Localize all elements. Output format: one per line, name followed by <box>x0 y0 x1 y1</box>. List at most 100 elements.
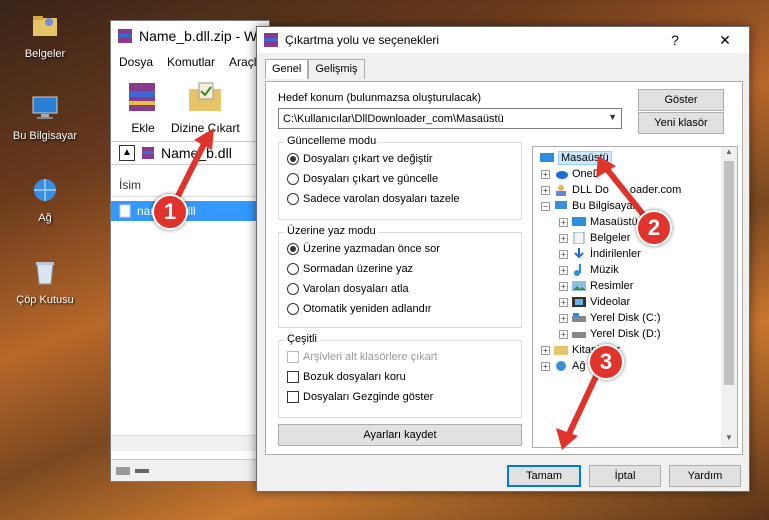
tree-item-desktop[interactable]: Masaüstü <box>539 151 612 165</box>
overwrite-mode-group: Üzerine yaz modu Üzerine yazmadan önce s… <box>278 225 522 328</box>
tree-item-desktop-sub[interactable]: + Masaüstü <box>559 215 638 229</box>
column-header-name[interactable]: İsim <box>111 173 271 197</box>
scroll-up-icon[interactable]: ▲ <box>721 147 737 161</box>
ok-button[interactable]: Tamam <box>507 465 581 487</box>
extract-to-button[interactable]: Dizine Çıkart <box>171 79 240 135</box>
tree-item-drive-d[interactable]: + Yerel Disk (D:) <box>559 327 661 341</box>
tree-item-videos[interactable]: + Videolar <box>559 295 630 309</box>
horizontal-scrollbar[interactable] <box>111 435 259 451</box>
desktop-icon-label: Bu Bilgisayar <box>12 130 78 142</box>
desktop-icon <box>572 217 586 226</box>
tree-item-this-pc[interactable]: − Bu Bilgisayar <box>541 199 636 213</box>
desktop-icon-this-pc[interactable]: Bu Bilgisayar <box>5 92 85 142</box>
winrar-window: Name_b.dll.zip - Wi Dosya Komutlar Araçl… <box>110 20 271 482</box>
checkbox[interactable] <box>287 351 299 363</box>
pictures-icon <box>572 281 586 291</box>
tab-advanced[interactable]: Gelişmiş <box>308 59 365 79</box>
tree-item-user[interactable]: + DLL Do oader.com <box>541 183 681 197</box>
radio-button[interactable] <box>287 173 299 185</box>
misc-option-show-in-explorer[interactable]: Dosyaları Gezginde göster <box>287 391 433 403</box>
help-text-button[interactable]: Yardım <box>669 465 741 487</box>
winrar-address-bar: ▲ Name_b.dll <box>111 141 269 165</box>
expand-icon[interactable]: + <box>559 297 568 307</box>
radio-button[interactable] <box>287 303 299 315</box>
desktop-icon-network[interactable]: Ağ <box>5 174 85 224</box>
checkbox[interactable] <box>287 371 299 383</box>
winrar-file-list[interactable]: İsim name_b.dll <box>111 173 271 455</box>
drive-icon <box>572 313 586 322</box>
help-button[interactable]: ? <box>655 27 695 53</box>
address-path[interactable]: Name_b.dll <box>161 145 232 161</box>
collapse-icon[interactable]: − <box>541 201 550 211</box>
misc-option-subfolders[interactable]: Arşivleri alt klasörlere çıkart <box>287 351 437 363</box>
tab-general[interactable]: Genel <box>265 59 309 79</box>
chevron-down-icon[interactable]: ▼ <box>608 112 617 122</box>
download-icon <box>574 248 584 259</box>
expand-icon[interactable]: + <box>559 281 568 291</box>
new-folder-button[interactable]: Yeni klasör <box>638 112 724 134</box>
expand-icon[interactable]: + <box>559 265 568 275</box>
tree-item-pictures[interactable]: + Resimler <box>559 279 633 293</box>
menu-commands[interactable]: Komutlar <box>167 55 215 69</box>
radio-button[interactable] <box>287 263 299 275</box>
cancel-button[interactable]: İptal <box>589 465 661 487</box>
file-row[interactable]: name_b.dll <box>111 201 271 221</box>
group-title: Üzerine yaz modu <box>285 225 378 237</box>
library-icon <box>554 346 568 355</box>
overwrite-option-without-prompt[interactable]: Sormadan üzerine yaz <box>287 263 413 275</box>
radio-button[interactable] <box>287 243 299 255</box>
misc-option-keep-broken[interactable]: Bozuk dosyaları koru <box>287 371 406 383</box>
expand-icon[interactable]: + <box>541 345 550 355</box>
overwrite-option-rename[interactable]: Otomatik yeniden adlandır <box>287 303 431 315</box>
update-option-update[interactable]: Dosyaları çıkart ve güncelle <box>287 173 438 185</box>
winrar-logo-icon <box>118 29 132 43</box>
add-button[interactable]: Ekle <box>123 79 163 135</box>
network-icon <box>34 179 56 201</box>
checkbox[interactable] <box>287 391 299 403</box>
desktop-icon-documents[interactable]: Belgeler <box>5 10 85 60</box>
extraction-dialog: Çıkartma yolu ve seçenekleri ? ✕ Genel G… <box>256 26 750 492</box>
cloud-icon <box>556 171 568 179</box>
destination-path-combo[interactable]: C:\Kullanıcılar\DllDownloader_com\Masaüs… <box>278 108 622 129</box>
general-panel: Hedef konum (bulunmazsa oluşturulacak) C… <box>265 81 743 455</box>
radio-button[interactable] <box>287 283 299 295</box>
up-folder-icon[interactable]: ▲ <box>119 145 135 161</box>
save-settings-button[interactable]: Ayarları kaydet <box>278 424 522 446</box>
tree-item-drive-c[interactable]: + Yerel Disk (C:) <box>559 311 661 325</box>
tree-item-onedrive[interactable]: + OneD <box>541 167 601 181</box>
overwrite-option-ask[interactable]: Üzerine yazmadan önce sor <box>287 243 440 255</box>
tree-item-music[interactable]: + Müzik <box>559 263 619 277</box>
expand-icon[interactable]: + <box>541 185 550 195</box>
tree-item-documents[interactable]: + Belgeler <box>559 231 630 245</box>
expand-icon[interactable]: + <box>541 361 550 371</box>
expand-icon[interactable]: + <box>559 329 568 339</box>
tree-item-network[interactable]: + Ağ <box>541 359 585 373</box>
update-option-freshen[interactable]: Sadece varolan dosyaları tazele <box>287 193 460 205</box>
expand-icon[interactable]: + <box>559 249 568 259</box>
step-badge-1: 1 <box>152 194 188 230</box>
computer-icon <box>555 201 567 209</box>
desktop-icon-recycle-bin[interactable]: Çöp Kutusu <box>5 256 85 306</box>
scroll-down-icon[interactable]: ▼ <box>721 433 737 447</box>
winrar-logo-icon <box>264 33 278 47</box>
expand-icon[interactable]: + <box>559 217 568 227</box>
overwrite-option-skip[interactable]: Varolan dosyaları atla <box>287 283 409 295</box>
desktop-icon-label: Belgeler <box>24 48 66 60</box>
show-button[interactable]: Göster <box>638 89 724 111</box>
folder-user-icon <box>33 16 57 36</box>
tree-scrollbar[interactable]: ▲ ▼ <box>721 147 737 447</box>
expand-icon[interactable]: + <box>559 233 568 243</box>
update-option-replace[interactable]: Dosyaları çıkart ve değiştir <box>287 153 433 165</box>
expand-icon[interactable]: + <box>541 169 550 179</box>
scroll-thumb[interactable] <box>724 161 734 385</box>
radio-button[interactable] <box>287 193 299 205</box>
tree-item-downloads[interactable]: + İndirilenler <box>559 247 641 261</box>
menu-file[interactable]: Dosya <box>119 55 153 69</box>
winrar-status-bar <box>111 459 269 481</box>
folder-tree[interactable]: Masaüstü + OneD + DLL Do oader.com − Bu B… <box>532 146 738 448</box>
expand-icon[interactable]: + <box>559 313 568 323</box>
update-mode-group: Güncelleme modu Dosyaları çıkart ve deği… <box>278 135 522 220</box>
winrar-menubar: Dosya Komutlar Araçla <box>111 51 269 73</box>
close-icon[interactable]: ✕ <box>705 27 745 53</box>
radio-button[interactable] <box>287 153 299 165</box>
